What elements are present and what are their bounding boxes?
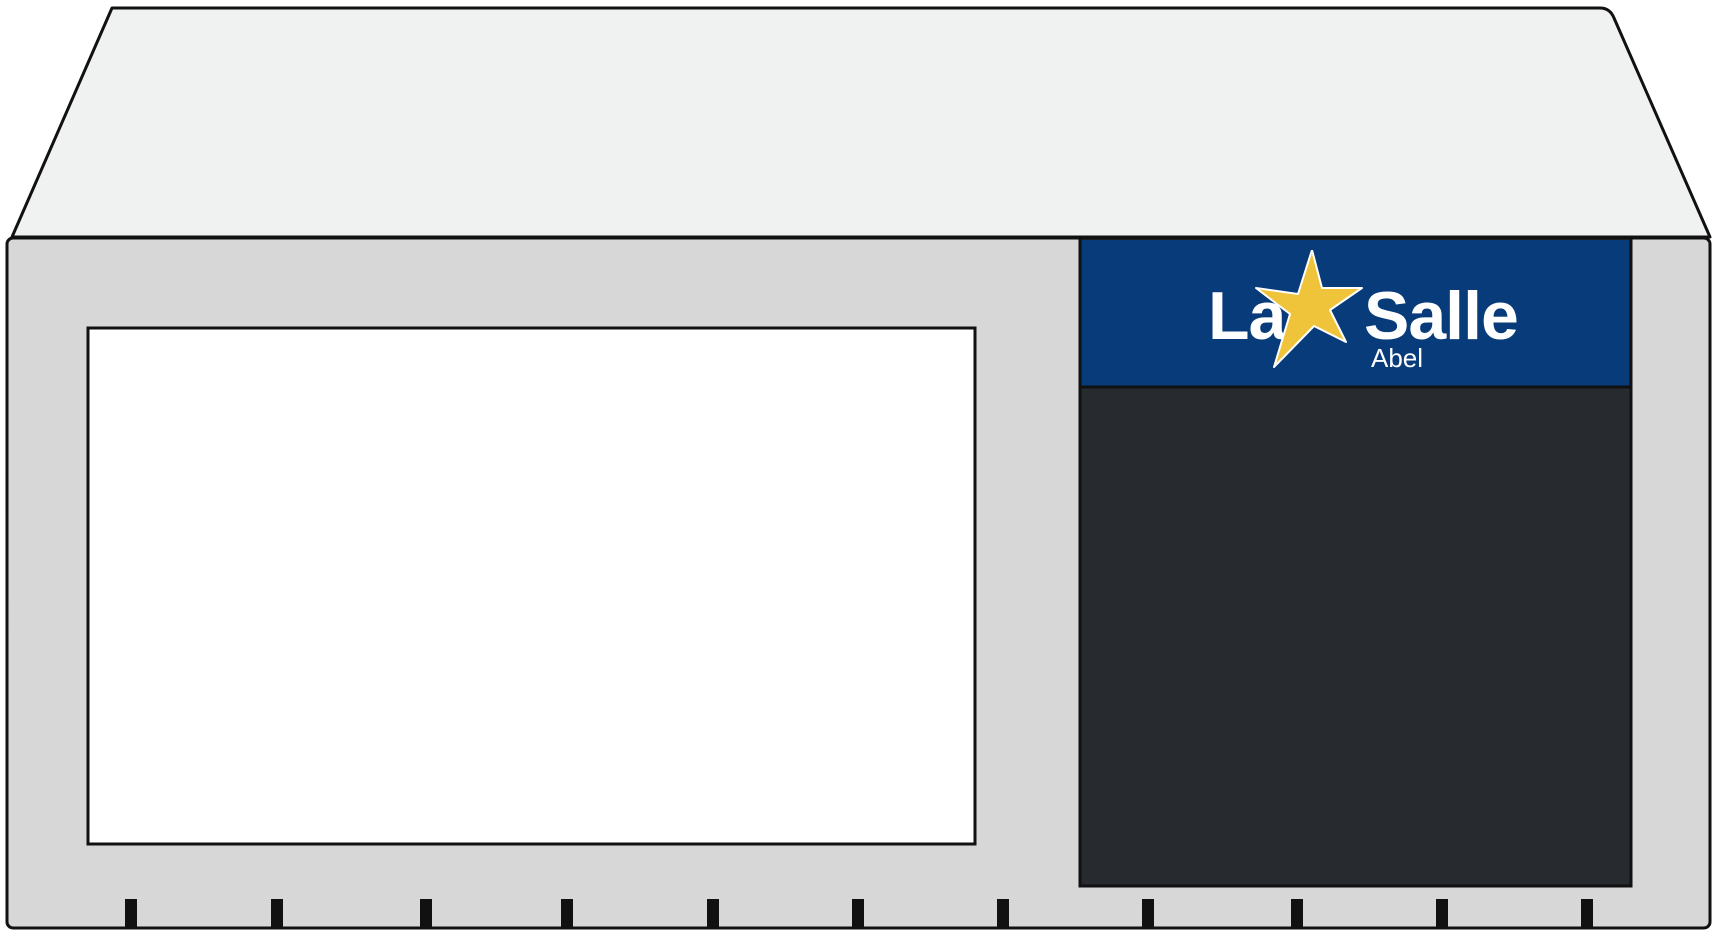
base-tick: [1142, 899, 1154, 927]
school-building: [5, 6, 1712, 930]
base-tick: [707, 899, 719, 927]
star-icon: [1255, 250, 1363, 368]
front-window: [86, 326, 977, 846]
roof: [10, 6, 1712, 239]
base-tick: [852, 899, 864, 927]
la-salle-logo: La Salle Abel: [1082, 240, 1632, 390]
base-tick: [1436, 899, 1448, 927]
base-tick: [420, 899, 432, 927]
base-tick: [1291, 899, 1303, 927]
base-tick: [271, 899, 283, 927]
base-tick: [997, 899, 1009, 927]
base-tick: [561, 899, 573, 927]
base-tick: [125, 899, 137, 927]
logo-subtitle: Abel: [1371, 343, 1424, 373]
logo-word-right: Salle: [1364, 278, 1519, 354]
base-tick: [1581, 899, 1593, 927]
